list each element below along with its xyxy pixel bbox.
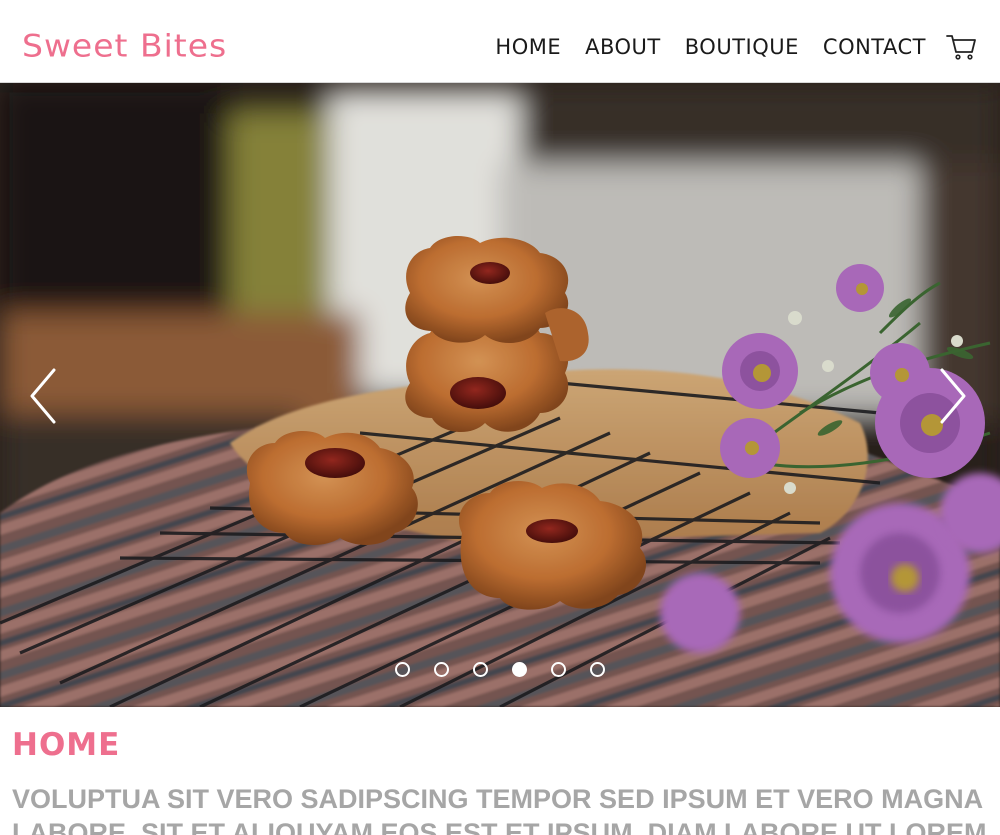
nav-link-boutique[interactable]: Boutique xyxy=(685,35,799,59)
intro-text: Voluptua sit vero sadipscing tempor sed … xyxy=(12,784,987,835)
carousel-indicators xyxy=(0,662,1000,677)
carousel-dot[interactable] xyxy=(551,662,566,677)
site-logo[interactable]: Sweet Bites xyxy=(22,27,227,64)
carousel-dot[interactable] xyxy=(473,662,488,677)
carousel-slide-image xyxy=(0,83,1000,707)
nav-link-home[interactable]: Home xyxy=(495,35,561,59)
nav-link-about[interactable]: About xyxy=(585,35,661,59)
page-title: Home xyxy=(12,727,121,763)
carousel-dot[interactable] xyxy=(434,662,449,677)
carousel-dot[interactable] xyxy=(590,662,605,677)
carousel-prev-icon[interactable] xyxy=(26,366,60,426)
site-header: Sweet Bites Home About Boutique Contact xyxy=(0,0,1000,83)
carousel-next-icon[interactable] xyxy=(936,366,970,426)
carousel-dot[interactable] xyxy=(395,662,410,677)
carousel-dot[interactable] xyxy=(512,662,527,677)
nav-link-contact[interactable]: Contact xyxy=(823,35,926,59)
shopping-cart-icon[interactable] xyxy=(946,32,978,62)
hero-carousel xyxy=(0,83,1000,707)
main-nav: Home About Boutique Contact xyxy=(495,32,978,62)
